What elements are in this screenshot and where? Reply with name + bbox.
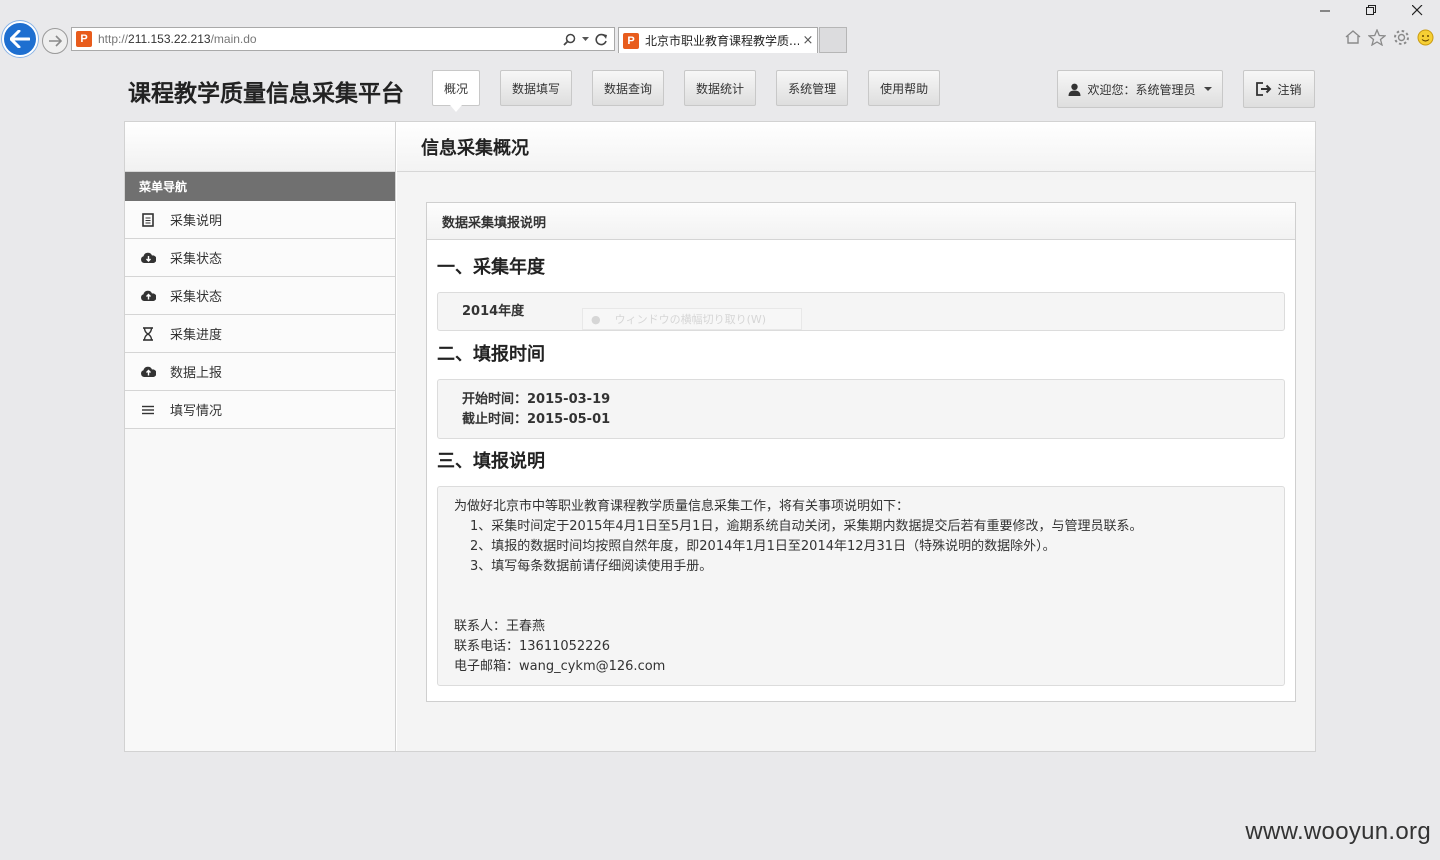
favorites-star-icon[interactable]	[1368, 28, 1386, 46]
user-menu-label: 欢迎您：系统管理员	[1087, 82, 1196, 97]
restore-button[interactable]	[1348, 0, 1394, 20]
sidebar-item-label: 采集状态	[170, 290, 223, 305]
sidebar-item-collection-status[interactable]: 采集状态	[125, 239, 395, 277]
main-frame: 菜单导航 采集说明 采集状态 采集状态 采集进度 数据上报 填写情况 信息采集概…	[124, 121, 1316, 752]
content-area: 信息采集概况 数据采集填报说明 一、采集年度 2014年度 ● ウィンドウの横幅…	[397, 122, 1315, 751]
notes-item-1: 1、采集时间定于2015年4月1日至5月1日，逾期系统自动关闭，采集期内数据提交…	[470, 519, 1143, 534]
sidebar: 菜单导航 采集说明 采集状态 采集状态 采集进度 数据上报 填写情况	[125, 122, 396, 751]
notes-box: 为做好北京市中等职业教育课程教学质量信息采集工作，将有关事项说明如下： 1、采集…	[437, 486, 1285, 686]
address-bar-icons	[563, 33, 614, 46]
sidebar-item-collection-progress[interactable]: 采集进度	[125, 315, 395, 353]
contact-person: 联系人：王春燕	[454, 619, 546, 634]
url-host: 211.153.22.213	[128, 32, 211, 46]
arrow-left-icon	[10, 30, 30, 48]
nav-system-admin[interactable]: 系统管理	[776, 70, 849, 106]
time-box: 开始时间：2015-03-19 截止时间：2015-05-01	[437, 379, 1285, 439]
year-box: 2014年度	[437, 292, 1285, 331]
sidebar-item-collection-status-2[interactable]: 采集状态	[125, 277, 395, 315]
nav-data-entry[interactable]: 数据填写	[500, 70, 573, 106]
collection-year: 2014年度	[462, 304, 525, 319]
user-menu-button[interactable]: 欢迎您：系统管理员	[1057, 70, 1223, 108]
page-title: 信息采集概况	[397, 122, 1315, 172]
sidebar-header	[125, 122, 395, 172]
notes-intro: 为做好北京市中等职业教育课程教学质量信息采集工作，将有关事项说明如下：	[454, 499, 910, 514]
smiley-feedback-icon[interactable]	[1416, 28, 1434, 46]
refresh-icon[interactable]	[595, 33, 608, 46]
site-favicon-icon: P	[76, 31, 92, 47]
close-window-button[interactable]	[1394, 0, 1440, 20]
user-icon	[1068, 83, 1081, 96]
instructions-panel: 数据采集填报说明 一、采集年度 2014年度 ● ウィンドウの横幅切り取り(W)…	[426, 202, 1296, 702]
section-title-year: 一、采集年度	[437, 257, 545, 278]
browser-tab[interactable]: P 北京市职业教育课程教学质... ×	[618, 27, 818, 53]
sidebar-item-label: 采集进度	[170, 328, 223, 343]
dropdown-arrow-icon[interactable]	[582, 36, 589, 42]
tab-close-icon[interactable]: ×	[799, 33, 817, 48]
sidebar-item-collection-notes[interactable]: 采集说明	[125, 201, 395, 239]
nav-data-query[interactable]: 数据查询	[592, 70, 665, 106]
menu-heading: 菜单导航	[125, 172, 395, 201]
watermark: www.wooyun.org	[1245, 818, 1431, 845]
sidebar-item-data-report[interactable]: 数据上报	[125, 353, 395, 391]
notes-spacer	[454, 577, 1284, 617]
logout-button[interactable]: 注销	[1243, 70, 1315, 108]
minimize-button[interactable]	[1302, 0, 1348, 20]
ime-tooltip-text: ウィンドウの横幅切り取り(W)	[614, 313, 767, 326]
panel-title: 数据采集填报说明	[427, 203, 1295, 240]
contact-email: 电子邮箱：wang_cykm@126.com	[454, 659, 666, 674]
forward-button[interactable]	[42, 28, 68, 54]
end-time: 截止时间：2015-05-01	[462, 412, 611, 427]
cloud-download-icon	[140, 250, 156, 266]
logout-icon	[1256, 82, 1272, 96]
notes-item-3: 3、填写每条数据前请仔细阅读使用手册。	[470, 559, 713, 574]
new-tab-button[interactable]	[819, 27, 847, 53]
hourglass-icon	[140, 326, 156, 342]
bullet-icon: ●	[591, 312, 601, 326]
main-nav: 概况 数据填写 数据查询 数据统计 系统管理 使用帮助	[432, 70, 960, 112]
url-path: /main.do	[210, 32, 257, 46]
home-icon[interactable]	[1344, 28, 1362, 46]
notes-item-2: 2、填报的数据时间均按照自然年度，即2014年1月1日至2014年12月31日（…	[470, 539, 1056, 554]
sidebar-item-label: 数据上报	[170, 366, 223, 381]
logout-label: 注销	[1277, 82, 1302, 97]
address-bar[interactable]: P http://211.153.22.213/main.do	[71, 27, 615, 51]
back-button[interactable]	[2, 21, 38, 57]
browser-chrome: P http://211.153.22.213/main.do P 北京市职业教…	[0, 0, 1440, 57]
sidebar-item-fill-status[interactable]: 填写情况	[125, 391, 395, 429]
nav-data-statistics[interactable]: 数据统计	[684, 70, 757, 106]
cloud-upload-icon	[140, 364, 156, 380]
browser-toolbar-icons	[1344, 28, 1434, 46]
tab-favicon-icon: P	[623, 32, 639, 49]
caret-down-icon	[1203, 87, 1212, 91]
sidebar-item-label: 采集状态	[170, 252, 223, 267]
sidebar-item-label: 采集说明	[170, 214, 223, 229]
start-time: 开始时间：2015-03-19	[462, 392, 611, 407]
contact-phone: 联系电话：13611052226	[454, 639, 610, 654]
ime-tooltip: ● ウィンドウの横幅切り取り(W)	[582, 308, 802, 330]
list-icon	[140, 402, 156, 418]
section-title-notes: 三、填报说明	[437, 451, 545, 472]
window-controls	[1302, 0, 1440, 20]
section-title-time: 二、填报时间	[437, 344, 545, 365]
nav-help[interactable]: 使用帮助	[868, 70, 941, 106]
tab-title: 北京市职业教育课程教学质...	[645, 34, 799, 48]
settings-gear-icon[interactable]	[1392, 28, 1410, 46]
search-icon[interactable]	[563, 33, 576, 46]
cloud-upload-icon	[140, 288, 156, 304]
document-icon	[140, 212, 156, 228]
nav-overview[interactable]: 概况	[432, 70, 481, 112]
site-title: 课程教学质量信息采集平台	[128, 81, 404, 107]
sidebar-item-label: 填写情况	[170, 404, 223, 419]
arrow-right-icon	[49, 35, 62, 47]
url-text: http://211.153.22.213/main.do	[98, 32, 563, 46]
url-prefix: http://	[98, 32, 129, 46]
